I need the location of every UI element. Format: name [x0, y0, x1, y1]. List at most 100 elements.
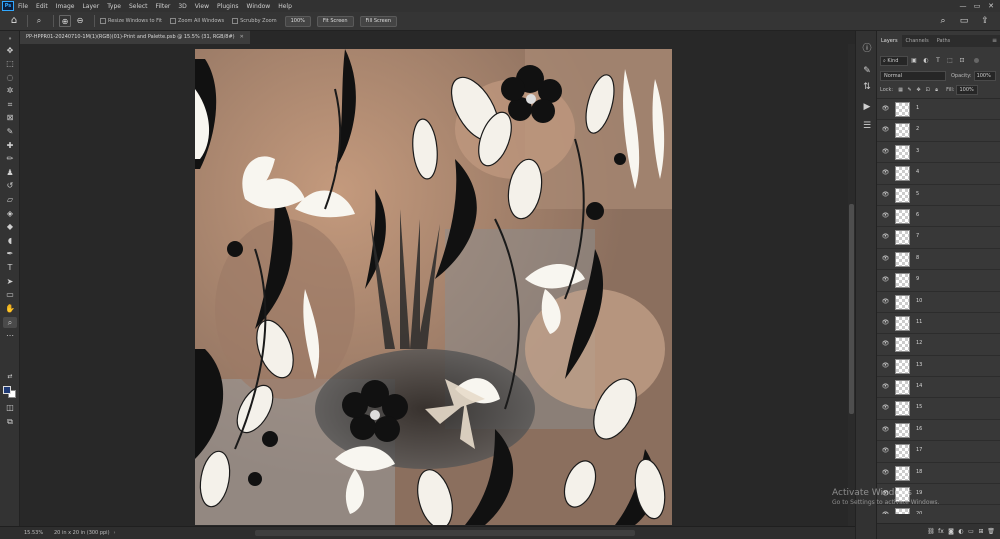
actions-play-icon[interactable]: ▶ [861, 101, 873, 113]
crop-tool-icon[interactable]: ⌗ [3, 99, 17, 110]
layer-style-icon[interactable]: fx [936, 528, 946, 535]
zoom-tool-icon[interactable]: ⌕ [3, 317, 17, 328]
brush-tool-icon[interactable]: ✏ [3, 153, 17, 164]
properties-icon[interactable]: ☰ [861, 120, 873, 132]
brush-settings-icon[interactable]: ✎ [861, 65, 873, 77]
scrollbar-thumb[interactable] [849, 204, 854, 414]
layer-row[interactable]: 👁︎ 1 [877, 99, 1000, 121]
default-colors-icon[interactable]: ⇄ [3, 371, 17, 382]
menu-3d[interactable]: 3D [174, 3, 190, 10]
lasso-tool-icon[interactable]: ◌ [3, 72, 17, 83]
layer-row[interactable]: 👁︎ 8 [877, 248, 1000, 271]
magic-wand-tool-icon[interactable]: ✲ [3, 85, 17, 96]
vertical-scrollbar[interactable] [848, 44, 855, 526]
visibility-eye-icon[interactable]: 👁︎ [881, 148, 890, 156]
visibility-eye-icon[interactable]: 👁︎ [881, 469, 890, 477]
menu-edit[interactable]: Edit [32, 3, 52, 10]
menu-image[interactable]: Image [52, 3, 79, 10]
visibility-eye-icon[interactable]: 👁︎ [881, 319, 890, 327]
layer-row[interactable]: 👁︎ 11 [877, 312, 1000, 335]
menu-help[interactable]: Help [274, 3, 296, 10]
filter-toggle[interactable] [974, 58, 979, 63]
layer-row[interactable]: 👁︎ 13 [877, 355, 1000, 378]
layer-row[interactable]: 👁︎ 3 [877, 141, 1000, 164]
move-tool-icon[interactable]: ✥ [3, 45, 17, 56]
menu-type[interactable]: Type [103, 3, 125, 10]
fill-screen-button[interactable]: Fill Screen [359, 15, 398, 27]
minimize-button[interactable]: — [956, 0, 970, 12]
document-canvas[interactable] [195, 49, 672, 525]
menu-filter[interactable]: Filter [152, 3, 175, 10]
layer-row[interactable]: 👁︎ 15 [877, 398, 1000, 420]
menu-file[interactable]: File [14, 3, 32, 10]
eraser-tool-icon[interactable]: ▱ [3, 194, 17, 205]
hand-tool-icon[interactable]: ✋ [3, 303, 17, 314]
shape-filter-icon[interactable]: ⬚ [944, 57, 956, 64]
layer-row[interactable]: 👁︎ 5 [877, 184, 1000, 206]
layer-row[interactable]: 👁︎ 18 [877, 462, 1000, 485]
add-mask-icon[interactable]: ◙ [946, 528, 956, 535]
menu-window[interactable]: Window [243, 3, 275, 10]
frame-tool-icon[interactable]: ⊠ [3, 112, 17, 123]
document-tab[interactable]: PP-HPPR01-20240710-1M(1)(RGB)(01)-Print … [20, 31, 250, 44]
visibility-eye-icon[interactable]: 👁︎ [881, 255, 890, 263]
tab-paths[interactable]: Paths [933, 35, 955, 47]
layer-row[interactable]: 👁︎ 7 [877, 227, 1000, 249]
lock-artboard-icon[interactable]: ⊡ [923, 87, 932, 93]
paint-bucket-tool-icon[interactable]: ◈ [3, 208, 17, 219]
shape-tool-icon[interactable]: ▭ [3, 289, 17, 300]
path-selection-tool-icon[interactable]: ➤ [3, 276, 17, 287]
visibility-eye-icon[interactable]: 👁︎ [881, 298, 890, 306]
blur-tool-icon[interactable]: ◆ [3, 221, 17, 232]
visibility-eye-icon[interactable]: 👁︎ [881, 212, 890, 220]
delete-layer-icon[interactable]: 🗑︎ [986, 528, 996, 535]
adjustment-filter-icon[interactable]: ◐ [920, 57, 932, 64]
marquee-tool-icon[interactable]: ⬚ [3, 58, 17, 69]
link-layers-icon[interactable]: ⛓ [926, 528, 936, 535]
lock-transparency-icon[interactable]: ▦ [896, 87, 905, 93]
zoom-out-icon[interactable]: ⊖ [74, 15, 86, 27]
menu-view[interactable]: View [191, 3, 213, 10]
restore-button[interactable]: ▭ [970, 0, 984, 12]
layer-row[interactable]: 👁︎ 10 [877, 291, 1000, 313]
type-tool-icon[interactable]: T [3, 262, 17, 273]
healing-brush-tool-icon[interactable]: ✚ [3, 140, 17, 151]
visibility-eye-icon[interactable]: 👁︎ [881, 276, 890, 284]
type-filter-icon[interactable]: T [932, 57, 944, 64]
visibility-eye-icon[interactable]: 👁︎ [881, 447, 890, 455]
smart-object-filter-icon[interactable]: ⊡ [956, 57, 968, 64]
collapse-icon[interactable]: » [3, 34, 17, 45]
zoom-all-windows-checkbox[interactable]: Zoom All Windows [170, 18, 224, 24]
fill-field[interactable]: 100% [956, 84, 979, 95]
blend-mode-select[interactable]: Normal [880, 70, 946, 81]
visibility-eye-icon[interactable]: 👁︎ [881, 191, 890, 199]
menu-select[interactable]: Select [125, 3, 152, 10]
scrubby-zoom-checkbox[interactable]: Scrubby Zoom [232, 18, 277, 24]
history-brush-tool-icon[interactable]: ↺ [3, 180, 17, 191]
lock-paint-icon[interactable]: ✎ [905, 87, 914, 93]
layer-row[interactable]: 👁︎ 20 [877, 505, 1000, 514]
adjustments-icon[interactable]: ⇅ [861, 81, 873, 93]
photoshop-logo-icon[interactable]: Ps [2, 1, 14, 11]
visibility-eye-icon[interactable]: 👁︎ [881, 169, 890, 177]
visibility-eye-icon[interactable]: 👁︎ [881, 426, 890, 434]
zoom-tool-preset-icon[interactable]: ⌕ [33, 15, 45, 27]
layer-row[interactable]: 👁︎ 6 [877, 205, 1000, 228]
panel-menu-icon[interactable]: ≡ [992, 35, 997, 47]
kind-filter-select[interactable]: ⌕ Kind [880, 55, 908, 66]
tab-channels[interactable]: Channels [902, 35, 933, 47]
layer-row[interactable]: 👁︎ 9 [877, 270, 1000, 292]
layer-row[interactable]: 👁︎ 17 [877, 441, 1000, 463]
layer-row[interactable]: 👁︎ 14 [877, 377, 1000, 399]
more-tools-icon[interactable]: ⋯ [3, 330, 17, 341]
visibility-eye-icon[interactable]: 👁︎ [881, 340, 890, 348]
zoom-100-button[interactable]: 100% [284, 15, 311, 27]
visibility-eye-icon[interactable]: 👁︎ [881, 404, 890, 412]
new-group-icon[interactable]: ▭ [966, 528, 976, 535]
close-icon[interactable]: ✕ [240, 34, 244, 40]
zoom-level-readout[interactable]: 15.53% [24, 530, 44, 536]
new-layer-icon[interactable]: ⊞ [976, 528, 986, 535]
eyedropper-tool-icon[interactable]: ✎ [3, 126, 17, 137]
layer-row[interactable]: 👁︎ 16 [877, 419, 1000, 442]
visibility-eye-icon[interactable]: 👁︎ [881, 362, 890, 370]
